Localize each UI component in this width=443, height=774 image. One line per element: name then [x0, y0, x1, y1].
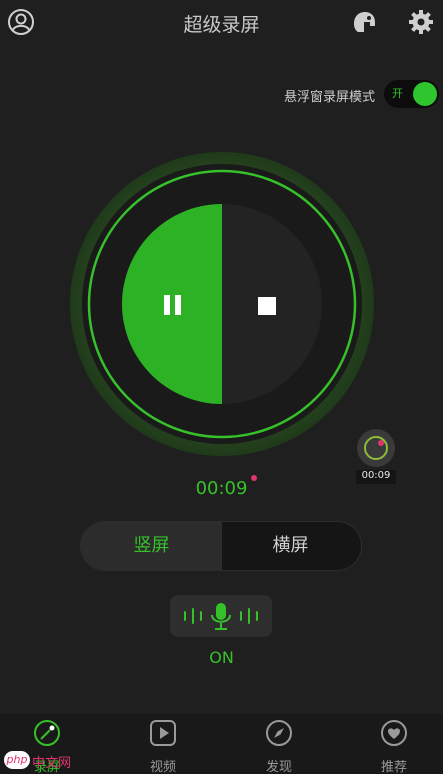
nav-item-recommend[interactable]: 推荐 — [339, 714, 443, 774]
toggle-knob — [413, 82, 437, 106]
watermark: php 中文网 — [4, 751, 84, 771]
floating-mode-row: 悬浮窗录屏模式 开 — [0, 80, 443, 108]
nav-label-videos: 视频 — [149, 760, 176, 774]
nav-item-videos[interactable]: 视频 — [108, 714, 218, 774]
app-screen: 超级录屏 悬浮窗录屏模式 开 00:09 00:09 竖屏 横屏 ON 录屏 视… — [0, 0, 443, 774]
floating-mode-toggle[interactable]: 开 — [384, 80, 439, 108]
orientation-selector: 竖屏 横屏 — [80, 521, 362, 571]
record-dial — [70, 152, 374, 456]
microphone-icon — [184, 603, 258, 630]
mini-elapsed-time: 00:09 — [356, 470, 396, 484]
mini-record-icon — [357, 429, 395, 467]
toggle-on-text: 开 — [392, 87, 403, 100]
helmet-icon[interactable] — [350, 8, 378, 36]
watermark-badge: php — [4, 751, 30, 769]
nav-label-discover: 发现 — [265, 760, 292, 774]
nav-item-discover[interactable]: 发现 — [224, 714, 334, 774]
portrait-option[interactable]: 竖屏 — [81, 522, 222, 570]
nav-label-recommend: 推荐 — [380, 760, 407, 774]
watermark-text: 中文网 — [32, 756, 72, 771]
recording-indicator-dot — [251, 475, 257, 481]
gear-icon[interactable] — [407, 8, 435, 36]
floating-mini-widget[interactable]: 00:09 — [356, 428, 396, 486]
header: 超级录屏 — [0, 0, 443, 46]
play-square-icon — [150, 720, 176, 746]
microphone-toggle[interactable] — [170, 595, 272, 637]
landscape-option[interactable]: 横屏 — [220, 522, 361, 570]
microphone-status: ON — [209, 648, 234, 667]
stop-icon[interactable] — [258, 297, 276, 315]
compass-icon — [266, 720, 292, 746]
floating-mode-label: 悬浮窗录屏模式 — [283, 90, 375, 105]
record-dial-icon — [34, 720, 60, 746]
heart-circle-icon — [381, 720, 407, 746]
